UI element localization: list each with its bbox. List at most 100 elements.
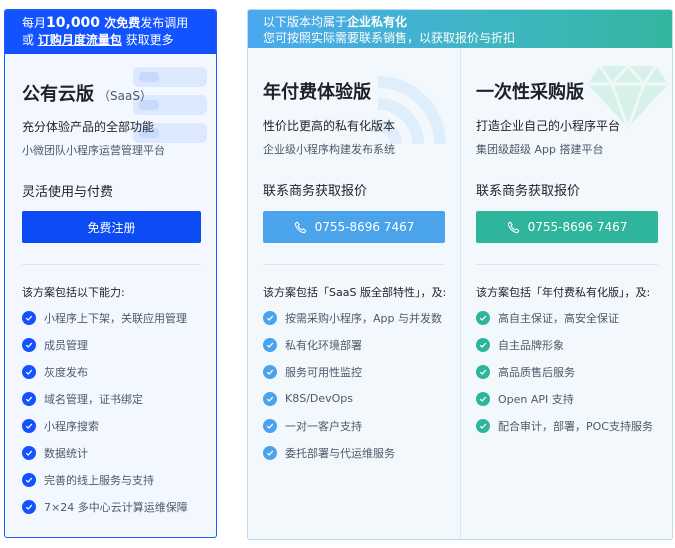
annual-plan-title: 年付费体验版 <box>263 82 371 103</box>
list-item: 高自主保证，高安全保证 <box>476 304 653 331</box>
check-circle-icon <box>22 337 36 352</box>
wifi-signal-icon <box>377 76 446 145</box>
saas-price-label: 灵活使用与付费 <box>22 185 114 200</box>
check-circle-icon <box>22 364 36 379</box>
feature-label: 按需采购小程序，App 与并发数 <box>285 311 442 325</box>
quota-free: 次免费 <box>100 16 141 30</box>
onetime-feature-list: 高自主保证，高安全保证 自主品牌形象 高品质售后服务 Open API 支持 配… <box>476 304 653 439</box>
saas-desc: 充分体验产品的全部功能 <box>22 120 155 134</box>
banner-bold: 企业私有化 <box>347 15 408 29</box>
saas-title-text: 公有云版 <box>22 84 94 105</box>
annual-divider <box>263 264 445 265</box>
onetime-price-label: 联系商务获取报价 <box>476 184 581 199</box>
list-item: 数据统计 <box>22 439 188 466</box>
quota-suffix: 发布调用 <box>140 16 189 30</box>
private-plans-card: 以下版本均属于企业私有化 您可按照实际需要联系销售，以获取报价与折扣 年付费体验… <box>247 9 673 540</box>
check-circle-icon <box>263 310 277 325</box>
saas-plan-card: 每月10,000 次免费发布调用 或 订购月度流量包 获取更多 公有云版 （Saa… <box>4 9 217 538</box>
check-circle-icon <box>22 472 36 487</box>
free-register-button[interactable]: 免费注册 <box>22 211 201 243</box>
server-stack-icon <box>133 67 207 143</box>
list-item: 域名管理，证书绑定 <box>22 385 188 412</box>
onetime-plan-title: 一次性采购版 <box>476 82 584 103</box>
feature-label: 小程序上下架，关联应用管理 <box>44 311 187 325</box>
list-item: 服务可用性监控 <box>263 358 442 385</box>
feature-label: 小程序搜索 <box>44 419 99 433</box>
check-circle-icon <box>263 364 277 379</box>
private-banner: 以下版本均属于企业私有化 您可按照实际需要联系销售，以获取报价与折扣 <box>248 10 672 48</box>
feature-label: 完善的线上服务与支持 <box>44 473 154 487</box>
list-item: 委托部署与代运维服务 <box>263 439 442 466</box>
quota-prefix: 每月 <box>22 16 47 30</box>
onetime-features-heading: 该方案包括「年付费私有化版」，及: <box>476 286 651 299</box>
saas-title-sub: （SaaS） <box>98 89 152 103</box>
saas-quota-banner: 每月10,000 次免费发布调用 或 订购月度流量包 获取更多 <box>5 10 216 54</box>
column-divider <box>460 48 461 539</box>
feature-label: 数据统计 <box>44 446 88 460</box>
feature-label: 配合审计，部署，POC支持服务 <box>498 419 653 433</box>
feature-label: 一对一客户支持 <box>285 419 362 433</box>
onetime-desc: 打造企业自己的小程序平台 <box>476 119 621 133</box>
free-register-label: 免费注册 <box>87 220 136 235</box>
saas-feature-list: 小程序上下架，关联应用管理 成员管理 灰度发布 域名管理，证书绑定 小程序搜索 … <box>22 304 188 520</box>
private-banner-line-1: 以下版本均属于企业私有化 <box>263 14 662 30</box>
feature-label: K8S/DevOps <box>285 392 354 405</box>
check-circle-icon <box>22 391 36 406</box>
list-item: 完善的线上服务与支持 <box>22 466 188 493</box>
check-circle-icon <box>263 337 277 352</box>
check-circle-icon <box>476 418 490 433</box>
quota-count: 10,000 <box>46 15 101 31</box>
feature-label: 高自主保证，高安全保证 <box>498 311 619 325</box>
check-circle-icon <box>263 418 277 433</box>
check-circle-icon <box>22 445 36 460</box>
onetime-desc-secondary: 集团级超级 App 搭建平台 <box>476 143 604 156</box>
annual-price-label: 联系商务获取报价 <box>263 184 368 199</box>
list-item: 7×24 多中心云计算运维保障 <box>22 493 188 520</box>
phone-icon <box>294 221 307 233</box>
onetime-phone-number: 0755-8696 7467 <box>527 220 628 234</box>
list-item: 自主品牌形象 <box>476 331 653 358</box>
annual-phone-number: 0755-8696 7467 <box>314 220 415 234</box>
list-item: 灰度发布 <box>22 358 188 385</box>
list-item: 一对一客户支持 <box>263 412 442 439</box>
feature-label: 灰度发布 <box>44 365 88 379</box>
feature-label: 私有化环境部署 <box>285 338 362 352</box>
annual-desc: 性价比更高的私有化版本 <box>263 119 396 133</box>
private-banner-line-2: 您可按照实际需要联系销售，以获取报价与折扣 <box>263 31 516 45</box>
check-circle-icon <box>263 445 277 460</box>
check-circle-icon <box>476 310 490 325</box>
feature-label: 自主品牌形象 <box>498 338 564 352</box>
annual-desc-secondary: 企业级小程序构建发布系统 <box>263 143 395 156</box>
list-item: Open API 支持 <box>476 385 653 412</box>
quota-line: 每月10,000 次免费发布调用 <box>22 15 208 32</box>
saas-desc-secondary: 小微团队小程序运营管理平台 <box>22 144 165 157</box>
feature-label: 委托部署与代运维服务 <box>285 446 395 460</box>
check-circle-icon <box>476 337 490 352</box>
feature-label: 服务可用性监控 <box>285 365 362 379</box>
quota-or: 或 <box>22 33 38 47</box>
check-circle-icon <box>263 391 277 406</box>
annual-phone-button[interactable]: 0755-8696 7467 <box>263 211 445 243</box>
quota-more: 获取更多 <box>121 33 174 47</box>
check-circle-icon <box>22 310 36 325</box>
feature-label: 成员管理 <box>44 338 88 352</box>
onetime-phone-button[interactable]: 0755-8696 7467 <box>476 211 658 243</box>
list-item: 小程序搜索 <box>22 412 188 439</box>
list-item: 成员管理 <box>22 331 188 358</box>
quota-line-2: 或 订购月度流量包 获取更多 <box>22 32 208 49</box>
saas-features-heading: 该方案包括以下能力: <box>22 286 125 299</box>
onetime-divider <box>476 264 658 265</box>
list-item: 小程序上下架，关联应用管理 <box>22 304 188 331</box>
buy-traffic-pack-link[interactable]: 订购月度流量包 <box>38 33 122 47</box>
saas-plan-title: 公有云版 （SaaS） <box>22 80 152 106</box>
list-item: 高品质售后服务 <box>476 358 653 385</box>
feature-label: 7×24 多中心云计算运维保障 <box>44 500 188 514</box>
list-item: K8S/DevOps <box>263 385 442 412</box>
list-item: 按需采购小程序，App 与并发数 <box>263 304 442 331</box>
list-item: 私有化环境部署 <box>263 331 442 358</box>
feature-label: Open API 支持 <box>498 392 574 406</box>
banner-prefix: 以下版本均属于 <box>263 15 348 29</box>
check-circle-icon <box>476 364 490 379</box>
annual-features-heading: 该方案包括「SaaS 版全部特性」，及: <box>263 286 447 299</box>
check-circle-icon <box>476 391 490 406</box>
